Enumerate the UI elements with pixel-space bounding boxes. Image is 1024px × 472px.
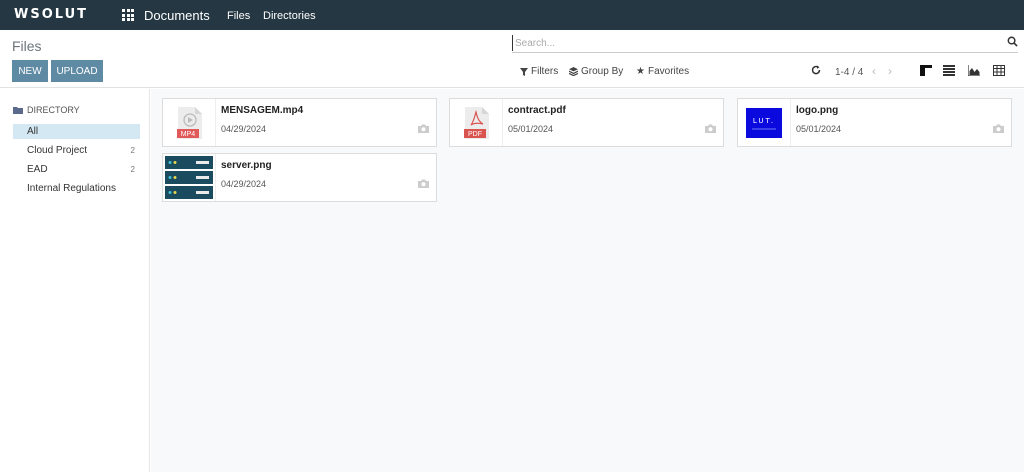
list-view-icon[interactable] — [943, 65, 957, 77]
directory-header-label: DIRECTORY — [27, 105, 80, 115]
file-card-contract[interactable]: PDF contract.pdf 05/01/2024 — [449, 98, 724, 147]
sidebar-item-label: Cloud Project — [27, 145, 88, 156]
group-by-dropdown[interactable]: Group By — [569, 66, 623, 77]
file-thumbnail[interactable] — [163, 154, 216, 201]
directory-sidebar: DIRECTORY All Cloud Project 2 EAD 2 Inte… — [0, 89, 150, 472]
favorites-dropdown[interactable]: ★ Favorites — [636, 66, 689, 77]
file-name[interactable]: logo.png — [796, 105, 838, 116]
kanban-content: MP4 MENSAGEM.mp4 04/29/2024 PDF contract… — [151, 89, 1024, 472]
folder-icon — [13, 107, 23, 114]
filter-icon — [520, 67, 528, 76]
brand-logo[interactable]: WSOLUT — [14, 7, 88, 22]
directory-header: DIRECTORY — [13, 105, 80, 115]
new-button[interactable]: NEW — [12, 60, 48, 82]
logo-thumb-text: LUT. — [753, 117, 775, 125]
group-by-label: Group By — [581, 66, 624, 77]
control-panel: Files NEW UPLOAD Filters Group By ★ Favo… — [0, 30, 1024, 88]
file-date: 05/01/2024 — [508, 124, 554, 134]
file-card-logo[interactable]: LUT. logo.png 05/01/2024 — [737, 98, 1012, 147]
star-icon: ★ — [636, 66, 645, 77]
server-image-thumbnail — [165, 155, 213, 199]
pager-previous-icon[interactable]: ‹ — [872, 64, 876, 78]
file-type-label: MP4 — [181, 131, 196, 138]
layers-icon — [569, 67, 578, 76]
pager-next-icon[interactable]: › — [888, 64, 892, 78]
search-bar — [512, 35, 1018, 53]
kanban-view-icon[interactable] — [920, 65, 934, 77]
file-thumbnail[interactable]: MP4 — [163, 99, 216, 146]
page-title: Files — [12, 38, 42, 54]
file-thumbnail[interactable]: LUT. — [738, 99, 791, 146]
sidebar-item-internal-regulations[interactable]: Internal Regulations — [13, 181, 140, 196]
pivot-view-icon[interactable] — [993, 65, 1007, 77]
file-name[interactable]: server.png — [221, 160, 272, 171]
search-input[interactable] — [512, 35, 992, 51]
pager-value[interactable]: 1-4 / 4 — [835, 67, 863, 78]
graph-view-icon[interactable] — [967, 65, 982, 77]
sidebar-item-label: EAD — [27, 164, 48, 175]
favorites-label: Favorites — [647, 66, 690, 77]
file-type-label: PDF — [468, 131, 482, 138]
sidebar-item-count: 2 — [130, 146, 135, 155]
camera-icon[interactable] — [418, 179, 429, 191]
camera-icon[interactable] — [993, 124, 1004, 136]
sidebar-item-label: All — [27, 126, 39, 137]
video-file-icon: MP4 — [177, 106, 202, 139]
search-icon[interactable] — [1007, 36, 1018, 50]
nav-files-menu[interactable]: Files — [227, 10, 250, 22]
filters-label: Filters — [531, 66, 559, 77]
file-date: 04/29/2024 — [221, 124, 267, 134]
camera-icon[interactable] — [705, 124, 716, 136]
sidebar-item-count: 2 — [130, 165, 135, 174]
file-date: 05/01/2024 — [796, 124, 842, 134]
apps-grid-icon[interactable] — [122, 9, 134, 21]
sidebar-item-label: Internal Regulations — [27, 183, 116, 194]
sidebar-item-cloud-project[interactable]: Cloud Project 2 — [13, 143, 140, 158]
refresh-icon[interactable] — [811, 65, 821, 78]
file-card-mensagem[interactable]: MP4 MENSAGEM.mp4 04/29/2024 — [162, 98, 437, 147]
app-name[interactable]: Documents — [144, 8, 210, 23]
file-thumbnail[interactable]: PDF — [450, 99, 503, 146]
file-date: 04/29/2024 — [221, 179, 267, 189]
file-name[interactable]: contract.pdf — [508, 105, 566, 116]
file-name[interactable]: MENSAGEM.mp4 — [221, 105, 303, 116]
nav-directories-menu[interactable]: Directories — [263, 10, 316, 22]
logo-image-thumbnail: LUT. — [746, 107, 782, 138]
sidebar-item-ead[interactable]: EAD 2 — [13, 162, 140, 177]
top-navbar: WSOLUT Documents Files Directories — [0, 0, 1024, 30]
filters-dropdown[interactable]: Filters — [520, 66, 558, 77]
sidebar-item-all[interactable]: All — [13, 124, 140, 139]
upload-button[interactable]: UPLOAD — [51, 60, 103, 82]
file-card-server[interactable]: server.png 04/29/2024 — [162, 153, 437, 202]
pdf-file-icon: PDF — [464, 106, 489, 139]
camera-icon[interactable] — [418, 124, 429, 136]
